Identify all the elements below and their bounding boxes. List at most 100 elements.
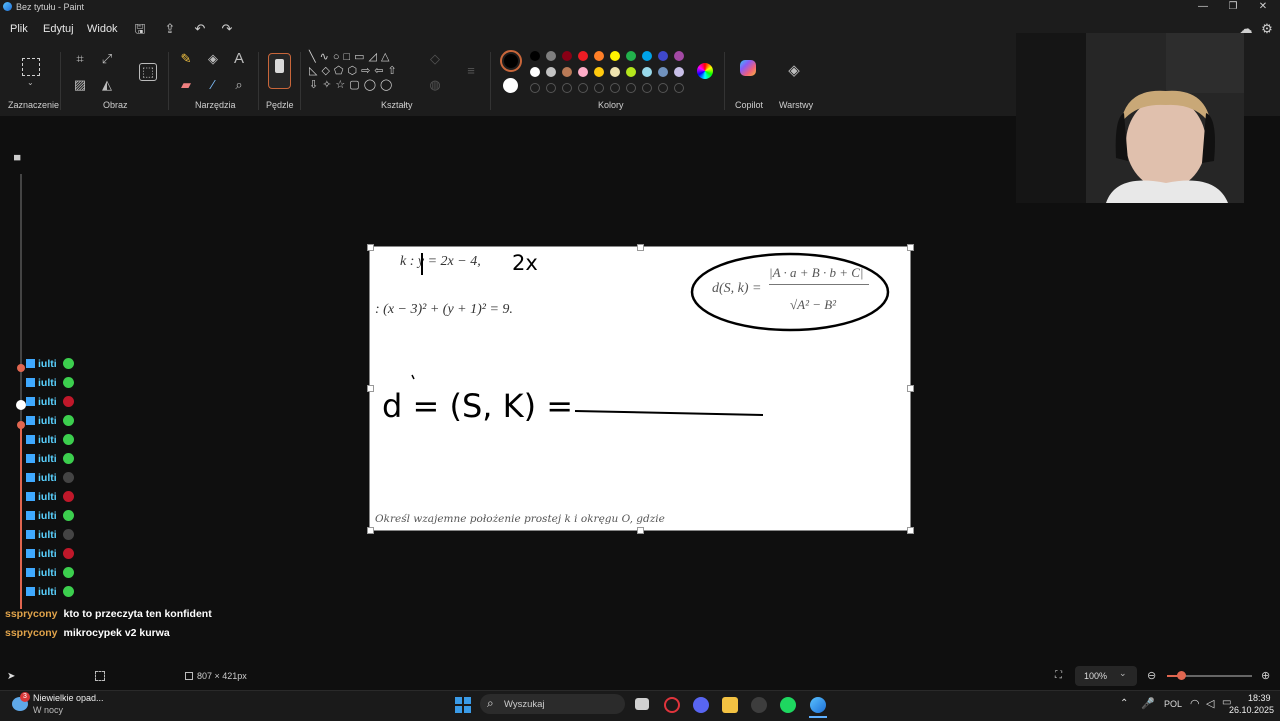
- layers-icon[interactable]: ◈: [786, 63, 802, 79]
- color-swatch[interactable]: [626, 51, 636, 61]
- fit-to-window-icon[interactable]: ⛶: [1055, 670, 1062, 681]
- color-swatch[interactable]: [594, 67, 604, 77]
- custom-color-slot[interactable]: [674, 83, 684, 93]
- custom-color-slot[interactable]: [610, 83, 620, 93]
- custom-color-slot[interactable]: [626, 83, 636, 93]
- color-swatch[interactable]: [610, 67, 620, 77]
- color-swatch[interactable]: [562, 67, 572, 77]
- copilot-icon[interactable]: [740, 60, 756, 76]
- menu-view[interactable]: Widok: [87, 23, 118, 35]
- color-picker-icon[interactable]: ⁄: [205, 77, 221, 93]
- rotate-icon[interactable]: ◭: [99, 77, 115, 93]
- save-icon[interactable]: 🖫: [131, 20, 149, 38]
- edit-colors-icon[interactable]: [697, 63, 713, 79]
- shape-fill-icon[interactable]: ◍: [427, 77, 443, 93]
- secondary-color-swatch[interactable]: [503, 78, 518, 93]
- stroke-size-icon[interactable]: ≡: [463, 63, 479, 79]
- share-icon[interactable]: ⇪: [161, 20, 179, 38]
- undo-icon[interactable]: ↶: [191, 20, 209, 38]
- eraser-icon[interactable]: ▰: [178, 77, 194, 93]
- custom-color-slot[interactable]: [594, 83, 604, 93]
- redo-icon[interactable]: ↷: [218, 20, 236, 38]
- resize-handle[interactable]: [637, 527, 644, 534]
- close-button[interactable]: ✕: [1248, 0, 1278, 14]
- drawing-canvas[interactable]: k : y = 2x − 4, 2x : (x − 3)² + (y + 1)²…: [369, 246, 911, 531]
- taskbar-search[interactable]: ⌕ Wyszukaj: [480, 694, 625, 714]
- custom-color-slot[interactable]: [562, 83, 572, 93]
- color-swatch[interactable]: [578, 67, 588, 77]
- minimize-button[interactable]: —: [1188, 0, 1218, 14]
- color-swatch[interactable]: [546, 51, 556, 61]
- file-explorer-icon[interactable]: [722, 697, 738, 713]
- color-swatch[interactable]: [658, 67, 668, 77]
- color-swatch[interactable]: [610, 51, 620, 61]
- maximize-button[interactable]: ❐: [1218, 0, 1248, 14]
- resize-handle[interactable]: [907, 385, 914, 392]
- color-swatch[interactable]: [626, 67, 636, 77]
- color-swatch[interactable]: [674, 67, 684, 77]
- scroll-thumb[interactable]: [17, 364, 25, 372]
- color-swatch[interactable]: [594, 51, 604, 61]
- resize-handle[interactable]: [367, 244, 374, 251]
- outline-icon[interactable]: ◇: [427, 51, 443, 67]
- language-indicator[interactable]: POL: [1164, 699, 1182, 709]
- color-swatch[interactable]: [642, 51, 652, 61]
- resize-handle[interactable]: [367, 385, 374, 392]
- image-creator-icon[interactable]: ⬚: [139, 63, 157, 81]
- color-swatch[interactable]: [674, 51, 684, 61]
- resize-handle[interactable]: [637, 244, 644, 251]
- fill-icon[interactable]: ◈: [205, 51, 221, 67]
- chevron-down-icon[interactable]: ⌄: [27, 78, 34, 87]
- zoom-in-icon[interactable]: ⊕: [1261, 669, 1270, 682]
- custom-color-slot[interactable]: [546, 83, 556, 93]
- scroll-top-icon[interactable]: ▀: [14, 155, 28, 165]
- scroll-thumb-active[interactable]: [16, 400, 26, 410]
- settings-icon[interactable]: ⚙: [1258, 20, 1276, 38]
- steam-icon[interactable]: [751, 697, 767, 713]
- clock-date[interactable]: 26.10.2025: [1229, 705, 1274, 715]
- custom-color-slot[interactable]: [642, 83, 652, 93]
- shapes-gallery[interactable]: ╲∿○□▭◿△ ◺◇⬠⬡⇨⇦⇧ ⇩✧☆▢◯◯: [309, 50, 415, 98]
- color-swatch[interactable]: [530, 51, 540, 61]
- selection-tool-icon[interactable]: [22, 58, 40, 76]
- opera-icon[interactable]: [664, 697, 680, 713]
- volume-icon[interactable]: ◁: [1206, 697, 1214, 710]
- color-swatch[interactable]: [642, 67, 652, 77]
- menu-file[interactable]: Plik: [10, 23, 28, 35]
- color-swatch[interactable]: [578, 51, 588, 61]
- spotify-icon[interactable]: [780, 697, 796, 713]
- zoom-slider-thumb[interactable]: [1177, 671, 1186, 680]
- weather-title[interactable]: Niewielkie opad...: [33, 693, 104, 703]
- user-badge-icon: [26, 454, 35, 463]
- start-button[interactable]: [455, 697, 471, 713]
- magnifier-icon[interactable]: ⌕: [231, 77, 247, 93]
- zoom-select[interactable]: 100% ⌄: [1075, 666, 1137, 686]
- resize-handle[interactable]: [367, 527, 374, 534]
- custom-color-slot[interactable]: [658, 83, 668, 93]
- brushes-button[interactable]: [268, 53, 291, 89]
- zoom-out-icon[interactable]: ⊖: [1147, 669, 1156, 682]
- task-view-icon[interactable]: [635, 698, 649, 710]
- resize-icon[interactable]: ⤢: [99, 51, 115, 67]
- text-tool-icon[interactable]: A: [231, 51, 247, 67]
- clock-time[interactable]: 18:39: [1248, 693, 1271, 703]
- remove-background-icon[interactable]: ▨: [72, 77, 88, 93]
- scroll-thumb[interactable]: [17, 421, 25, 429]
- custom-color-slot[interactable]: [530, 83, 540, 93]
- color-swatch[interactable]: [658, 51, 668, 61]
- wifi-icon[interactable]: ◠: [1190, 697, 1200, 710]
- resize-handle[interactable]: [907, 244, 914, 251]
- pencil-icon[interactable]: ✎: [178, 51, 194, 67]
- custom-color-slot[interactable]: [578, 83, 588, 93]
- primary-color-ring[interactable]: [500, 50, 522, 72]
- chevron-up-icon[interactable]: ⌃: [1120, 698, 1128, 709]
- microphone-icon[interactable]: 🎤: [1141, 697, 1155, 710]
- crop-icon[interactable]: ⌗: [72, 51, 88, 67]
- color-swatch[interactable]: [546, 67, 556, 77]
- color-swatch[interactable]: [562, 51, 572, 61]
- menu-edit[interactable]: Edytuj: [43, 23, 74, 35]
- discord-icon[interactable]: [693, 697, 709, 713]
- color-swatch[interactable]: [530, 67, 540, 77]
- resize-handle[interactable]: [907, 527, 914, 534]
- paint-taskbar-icon[interactable]: [810, 697, 826, 713]
